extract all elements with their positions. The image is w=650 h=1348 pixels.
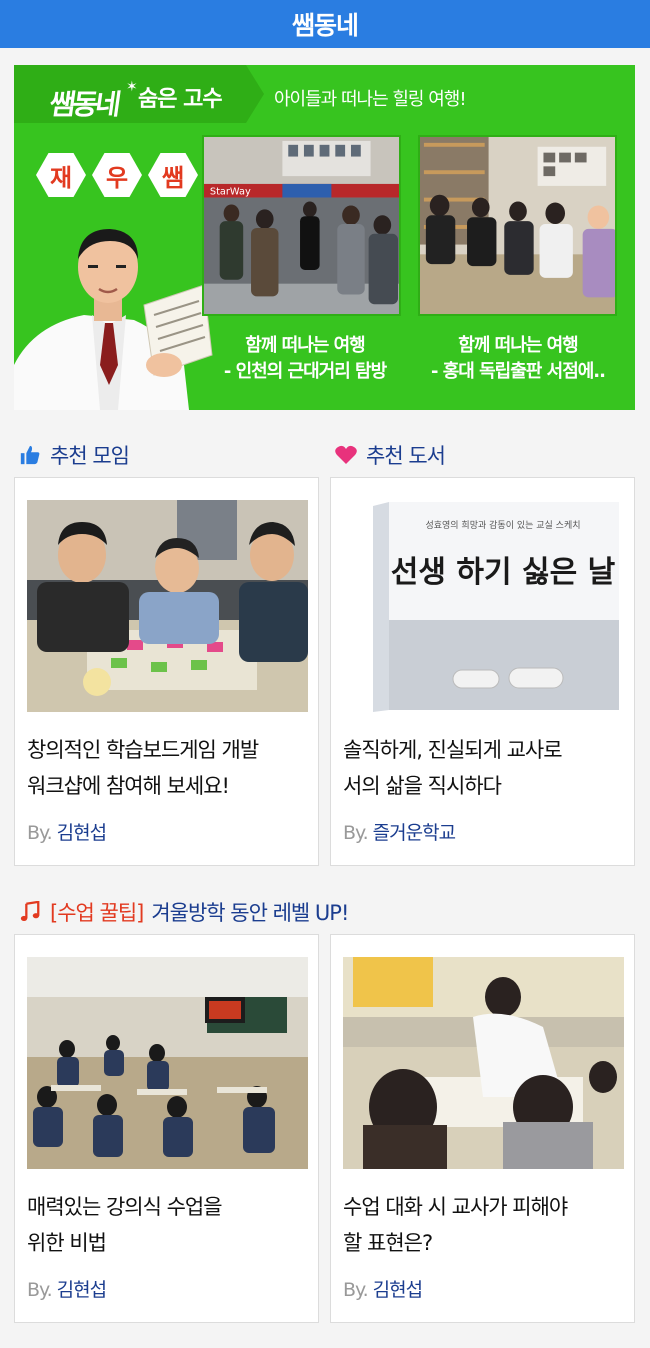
author-name[interactable]: 김현섭 [57,1279,107,1301]
heart-icon [334,443,358,467]
card-image [27,957,308,1169]
card-image [27,500,308,712]
banner-photo-incheon[interactable]: StarWay [202,135,401,316]
teacher-portrait [14,215,214,410]
banner-caption-hongdae: 함께 떠나는 여행 - 홍대 독립출판 서점에.. [431,335,606,382]
card-byline: By. 김현섭 [343,1279,423,1301]
tips-headline: 겨울방학 동안 레벨 UP! [151,901,349,925]
section-label: 추천 모임 [50,444,130,468]
music-note-icon [18,900,42,924]
tips-card[interactable]: 매력있는 강의식 수업을 위한 비법 By. 김현섭 [14,934,319,1323]
section-label: 추천 도서 [366,444,446,468]
tips-bracket-label: [수업 꿀팁] [50,901,144,925]
hex-badge: 재 [36,153,86,197]
teacher-name-badges: 재 우 쌤 [36,153,198,197]
book-cover-subtitle: 성효영의 희망과 감동이 있는 교실 스케치 [425,519,580,531]
banner-tagline: 아이들과 떠나는 힐링 여행! [274,89,467,110]
banner-caption-incheon: 함께 떠나는 여행 - 인천의 근대거리 탐방 [223,335,387,382]
tips-card[interactable]: 수업 대화 시 교사가 피해야 할 표현은? By. 김현섭 [330,934,635,1323]
top-bar: 쌤동네 [0,0,650,48]
card-byline: By. 김현섭 [27,1279,107,1301]
hex-badge: 우 [92,153,142,197]
section-heading-tips: [수업 꿀팁] 겨울방학 동안 레벨 UP! [18,897,349,927]
card-byline: By. 즐거운학교 [343,822,456,844]
banner-kicker: 숨은 고수 [138,87,223,112]
card-byline: By. 김현섭 [27,822,107,844]
author-name[interactable]: 즐거운학교 [373,822,456,844]
author-name[interactable]: 김현섭 [373,1279,423,1301]
ssaemdongne-logo: 쌤동네 ✶ [30,73,137,121]
card-title[interactable]: 창의적인 학습보드게임 개발 워크샵에 참여해 보세요! [27,732,312,804]
section-heading-meetup: 추천 모임 [18,440,130,470]
sparkle-icon: ✶ [126,79,138,95]
hex-badge: 쌤 [148,153,198,197]
storefront-sign: StarWay [210,187,251,198]
recommend-meetup-card[interactable]: 창의적인 학습보드게임 개발 워크샵에 참여해 보세요! By. 김현섭 [14,477,319,866]
recommend-book-card[interactable]: 성효영의 희망과 감동이 있는 교실 스케치 선생 하기 싫은 날 솔직하게, … [330,477,635,866]
card-title[interactable]: 수업 대화 시 교사가 피해야 할 표현은? [343,1189,628,1261]
author-name[interactable]: 김현섭 [57,822,107,844]
section-heading-book: 추천 도서 [334,440,446,470]
card-image [343,957,624,1169]
card-title[interactable]: 매력있는 강의식 수업을 위한 비법 [27,1189,312,1261]
page-title: 쌤동네 [291,11,359,40]
card-title[interactable]: 솔직하게, 진실되게 교사로 서의 삶을 직시하다 [343,732,628,804]
featured-banner[interactable]: 쌤동네 ✶ 숨은 고수 아이들과 떠나는 힐링 여행! 재 우 쌤 StarWa… [14,65,635,410]
banner-photo-hongdae[interactable] [418,135,617,316]
card-image: 성효영의 희망과 감동이 있는 교실 스케치 선생 하기 싫은 날 [343,500,624,712]
banner-strip: 쌤동네 ✶ 숨은 고수 아이들과 떠나는 힐링 여행! [14,65,635,123]
logo-text: 쌤동네 [47,88,121,121]
book-cover-title: 선생 하기 싫은 날 [391,555,616,590]
thumbs-up-icon [18,443,42,467]
